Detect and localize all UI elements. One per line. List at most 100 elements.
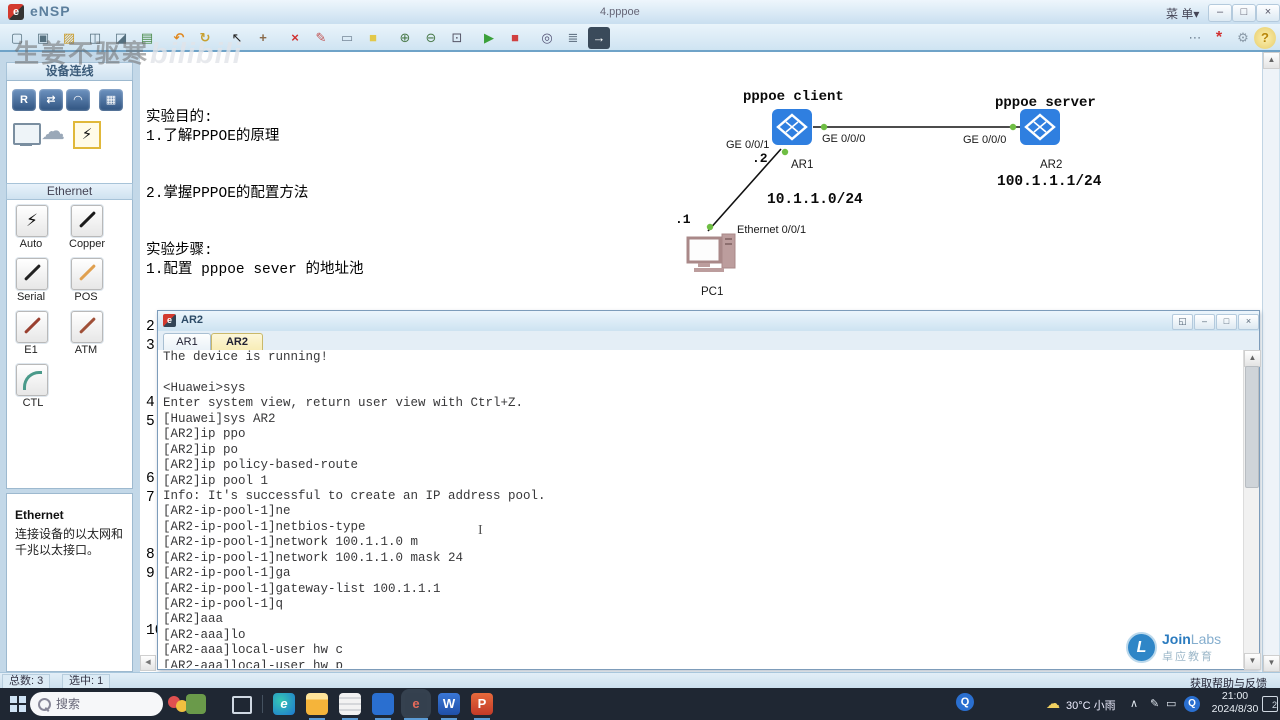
close-button[interactable]: × (1256, 4, 1280, 22)
device-list-icon[interactable]: ≣ (562, 27, 584, 49)
router-ar1[interactable] (771, 108, 813, 151)
pc-device-icon[interactable] (13, 123, 41, 145)
link-copper-button[interactable] (71, 205, 103, 237)
start-device-icon[interactable]: ▶ (478, 27, 500, 49)
stop-device-icon[interactable]: ■ (504, 27, 526, 49)
weather-icon: ☁ (1046, 695, 1060, 711)
zoom-reset-icon[interactable]: ⊡ (446, 27, 468, 49)
ar2-ip-label: 100.1.1.1/24 (997, 174, 1102, 190)
router-ar2[interactable] (1019, 108, 1061, 151)
link-pos-button[interactable] (71, 258, 103, 290)
export-icon[interactable]: → (588, 27, 610, 49)
terminal-scrollbar[interactable]: ▲ ▼ (1243, 350, 1261, 670)
taskbar-clock[interactable]: 21:00 2024/8/30 (1206, 690, 1264, 716)
huawei-support-icon[interactable]: * (1208, 27, 1230, 49)
tray-q-icon[interactable]: Q (1184, 696, 1200, 712)
h-scrollbar-left-arrow[interactable]: ◀ (140, 655, 156, 671)
link-auto-label: Auto (19, 238, 43, 250)
terminal-scroll-up[interactable]: ▲ (1244, 350, 1261, 367)
pc1-label: PC1 (701, 286, 724, 298)
zoom-out-icon[interactable]: ⊖ (420, 27, 442, 49)
settings-gear-icon[interactable]: ⚙ (1232, 27, 1254, 49)
start-button[interactable] (10, 696, 26, 712)
weather-text[interactable]: 30°C 小雨 (1066, 697, 1116, 713)
clock-time: 21:00 (1221, 690, 1249, 702)
scroll-down-arrow[interactable]: ▼ (1263, 655, 1280, 672)
notification-badge: 2 (1271, 700, 1277, 710)
link-atm-button[interactable] (71, 311, 103, 343)
notification-center-button[interactable]: 2 (1262, 696, 1278, 712)
terminal-minimize-button[interactable]: – (1194, 314, 1215, 330)
minimize-button[interactable]: – (1208, 4, 1232, 22)
router-device-icon[interactable]: R (12, 89, 36, 111)
taskbar-notepad-icon[interactable] (339, 693, 361, 715)
wlan-device-icon[interactable]: ◠ (66, 89, 90, 111)
terminal-scroll-down[interactable]: ▼ (1244, 653, 1261, 670)
taskbar-search-box[interactable]: 搜索 (30, 692, 163, 716)
marker-pen-icon[interactable]: ✎ (310, 27, 332, 49)
terminal-scroll-thumb[interactable] (1245, 366, 1259, 488)
delete-icon[interactable]: × (284, 27, 306, 49)
description-panel: Ethernet 连接设备的以太网和千兆以太接口。 (6, 493, 133, 672)
pppoe-client-label: pppoe client (743, 89, 844, 105)
terminal-maximize-button[interactable]: □ (1216, 314, 1237, 330)
switch-device-icon[interactable]: ⇄ (39, 89, 63, 111)
tab-ar2[interactable]: AR2 (211, 333, 263, 351)
menu-button[interactable]: 菜 单▾ (1166, 5, 1199, 22)
packet-capture-icon[interactable]: ◎ (536, 27, 558, 49)
link-ctl-button[interactable] (16, 364, 48, 396)
taskbar-ppt-icon[interactable]: P (471, 693, 493, 715)
ensp-logo-icon: e (8, 4, 24, 20)
taskbar-ensp-icon[interactable]: e (405, 693, 427, 715)
status-bar: 总数: 3 选中: 1 获取帮助与反馈 (0, 672, 1280, 690)
task-view-button[interactable] (232, 696, 252, 714)
windows-taskbar: 搜索 e e W P Q ☁ 30°C 小雨 ∧ ✎ ▭ Q 21:00 202… (0, 688, 1280, 720)
pc1-device[interactable] (686, 230, 742, 283)
bilibili-logo: bilibili (150, 38, 242, 70)
taskbar-app-icon[interactable] (372, 693, 394, 715)
net1-label: 10.1.1.0/24 (767, 192, 863, 208)
canvas-v-scrollbar[interactable]: ▲ ▼ (1262, 52, 1280, 672)
joinlabs-name-light: Labs (1190, 631, 1222, 647)
tray-expand-caret[interactable]: ∧ (1130, 697, 1138, 710)
status-selected: 选中: 1 (62, 674, 111, 689)
ar1-ge001-port-label: GE 0/0/1 (726, 139, 770, 151)
terminal-tab-bar: AR1 AR2 (158, 331, 1259, 351)
tab-ar1[interactable]: AR1 (163, 333, 211, 351)
pen-tray-icon[interactable]: ✎ (1150, 697, 1159, 710)
pan-hand-icon[interactable]: + (252, 27, 274, 49)
link-serial-button[interactable] (16, 258, 48, 290)
ethernet-section-title[interactable]: Ethernet (6, 183, 133, 200)
connection-tool-icon[interactable]: ⚡ (73, 121, 101, 149)
terminal-output[interactable]: The device is running! <Huawei>sys Enter … (158, 350, 1243, 668)
pc1-eth001-port-label: Ethernet 0/0/1 (737, 224, 807, 236)
link-auto-button[interactable]: ⚡ (16, 205, 48, 237)
restore-button[interactable]: □ (1232, 4, 1256, 22)
terminal-float-button[interactable]: ◱ (1172, 314, 1193, 330)
link-e1-button[interactable] (16, 311, 48, 343)
document-title: 4.pppoe (600, 6, 640, 18)
palette-icon[interactable]: ■ (362, 27, 384, 49)
taskbar-separator (262, 695, 263, 713)
watermark-text: 生姜不驱寒 (14, 40, 150, 68)
app-name: eNSP (30, 3, 71, 19)
terminal-close-button[interactable]: × (1238, 314, 1259, 330)
status-total: 总数: 3 (2, 674, 51, 689)
firewall-device-icon[interactable]: ▦ (99, 89, 123, 111)
terminal-window[interactable]: e AR2 ◱ – □ × AR1 AR2 The device is runn… (157, 310, 1261, 670)
help-icon[interactable]: ? (1254, 27, 1276, 49)
forum-chat-icon[interactable]: ⋯ (1184, 27, 1206, 49)
text-note-icon[interactable]: ▭ (336, 27, 358, 49)
cloud-device-icon[interactable]: ☁ (41, 117, 65, 146)
taskbar-word-icon[interactable]: W (438, 693, 460, 715)
joinlabs-logo: L JoinLabs 卓应教育 (1126, 630, 1246, 666)
display-tray-icon[interactable]: ▭ (1166, 697, 1176, 710)
tray-app-icon[interactable]: Q (956, 693, 974, 711)
zoom-in-icon[interactable]: ⊕ (394, 27, 416, 49)
scroll-up-arrow[interactable]: ▲ (1263, 52, 1280, 69)
widgets-button[interactable] (168, 694, 212, 714)
terminal-title-bar[interactable]: e AR2 ◱ – □ × (158, 311, 1259, 332)
pppoe-server-label: pppoe server (995, 95, 1096, 111)
taskbar-edge-icon[interactable]: e (273, 693, 295, 715)
taskbar-explorer-icon[interactable] (306, 693, 328, 715)
